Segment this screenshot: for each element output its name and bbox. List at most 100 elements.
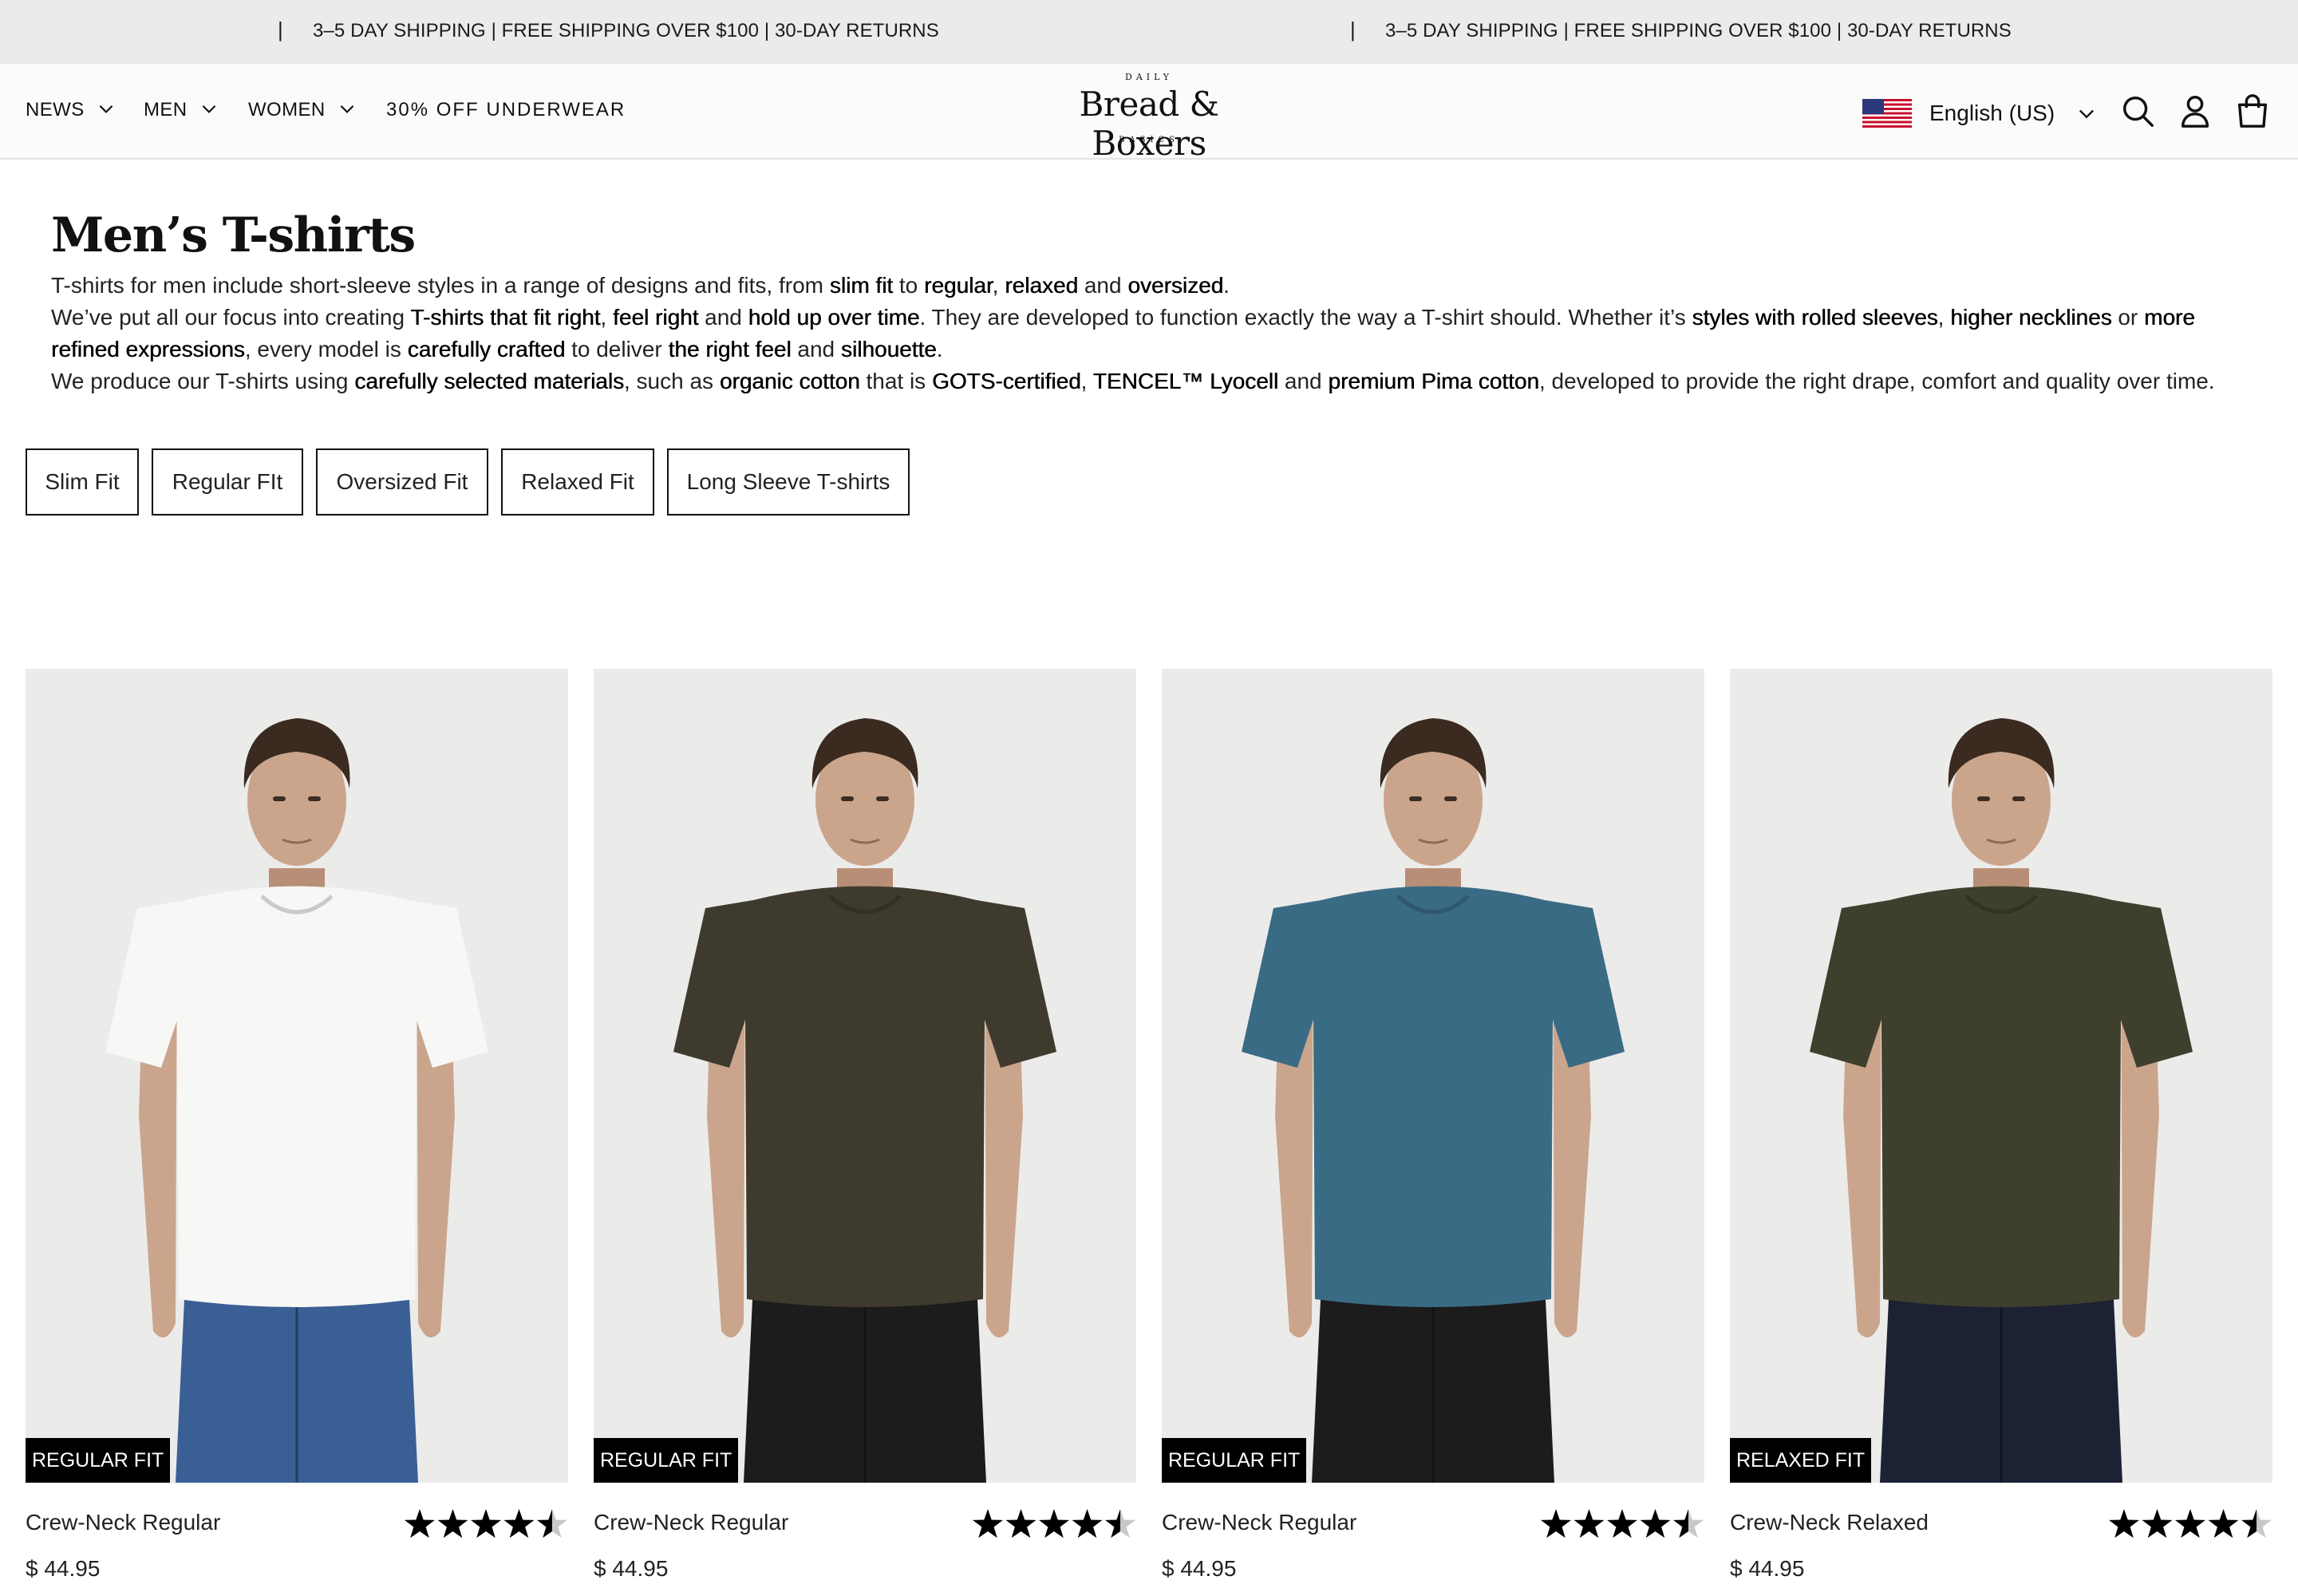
product-card[interactable]: REGULAR FIT Crew-Neck Regular $ 44.95 <box>594 669 1136 1581</box>
description-text: , <box>1080 369 1093 393</box>
product-image[interactable]: REGULAR FIT <box>1162 669 1704 1483</box>
description-text: to deliver <box>565 337 669 361</box>
star-icon <box>2208 1509 2239 1539</box>
product-card[interactable]: REGULAR FIT Crew-Neck Regular $ 44.95 <box>26 669 568 1581</box>
product-card[interactable]: REGULAR FIT Crew-Neck Regular $ 44.95 <box>1162 669 1704 1581</box>
search-icon[interactable] <box>2119 93 2156 129</box>
star-icon <box>1540 1509 1572 1539</box>
fit-badge: REGULAR FIT <box>1162 1438 1307 1483</box>
filter-relaxed-fit[interactable]: Relaxed Fit <box>501 448 654 516</box>
nav-item-women[interactable]: WOMEN <box>248 99 357 121</box>
description-text: that is <box>859 369 932 393</box>
chevron-down-icon <box>202 105 215 113</box>
fit-badge: REGULAR FIT <box>26 1438 171 1483</box>
description-line: We produce our T-shirts using carefully … <box>51 365 2253 397</box>
nav-item-men[interactable]: MEN <box>144 99 219 121</box>
model-white-tshirt <box>105 718 488 1483</box>
bag-icon[interactable] <box>2234 93 2271 129</box>
chevron-down-icon <box>340 105 354 113</box>
description-emphasis: organic cotton <box>719 369 860 393</box>
product-image[interactable]: REGULAR FIT <box>26 669 568 1483</box>
star-icon <box>404 1509 436 1539</box>
filter-long-sleeve[interactable]: Long Sleeve T-shirts <box>667 448 910 516</box>
nav-item-label: WOMEN <box>248 99 326 120</box>
product-name[interactable]: Crew-Neck Regular <box>26 1510 220 1535</box>
announcement-separator: | <box>1350 18 1356 41</box>
description-emphasis: TENCEL™ Lyocell <box>1092 369 1279 393</box>
description-text: We produce our T-shirts using <box>51 369 355 393</box>
nav-item-label: NEWS <box>26 99 85 120</box>
description-emphasis: T-shirts that fit right <box>410 305 601 330</box>
product-price: $ 44.95 <box>26 1556 101 1581</box>
star-icon <box>2241 1509 2272 1539</box>
product-card[interactable]: RELAXED FIT Crew-Neck Relaxed $ 44.95 <box>1730 669 2272 1581</box>
star-icon <box>1573 1509 1605 1539</box>
star-icon <box>2142 1509 2173 1539</box>
filter-regular-fit[interactable]: Regular FIt <box>152 448 303 516</box>
star-icon <box>972 1509 1004 1539</box>
description-text: . <box>936 337 943 361</box>
description-text: and <box>698 305 748 330</box>
product-name[interactable]: Crew-Neck Regular <box>1162 1510 1356 1535</box>
description-text: , <box>600 305 613 330</box>
description-emphasis: styles with rolled sleeves <box>1692 305 1938 330</box>
star-icon <box>536 1509 568 1539</box>
description-line: T-shirts for men include short-sleeve st… <box>51 270 2253 302</box>
star-icon <box>1104 1509 1136 1539</box>
logo-bottom-text: BASICS <box>1119 136 1179 144</box>
description-text: and <box>1078 273 1128 298</box>
product-image[interactable]: RELAXED FIT <box>1730 669 2272 1483</box>
description-emphasis: regular <box>924 273 993 298</box>
product-name[interactable]: Crew-Neck Relaxed <box>1730 1510 1929 1535</box>
star-icon <box>437 1509 468 1539</box>
language-selector[interactable]: English (US) <box>1862 99 2098 128</box>
description-text: or <box>2111 305 2145 330</box>
star-icon <box>1038 1509 1070 1539</box>
category-description: T-shirts for men include short-sleeve st… <box>51 270 2253 397</box>
star-icon <box>1672 1509 1704 1539</box>
product-name[interactable]: Crew-Neck Regular <box>594 1510 788 1535</box>
description-text: . <box>1223 273 1230 298</box>
description-emphasis: GOTS-certified <box>931 369 1081 393</box>
star-icon <box>1072 1509 1103 1539</box>
description-emphasis: feel right <box>612 305 699 330</box>
description-emphasis: premium Pima cotton <box>1328 369 1539 393</box>
nav-item-news[interactable]: NEWS <box>26 99 116 121</box>
filter-oversized-fit[interactable]: Oversized Fit <box>316 448 488 516</box>
description-emphasis: the right feel <box>668 337 792 361</box>
star-icon <box>1005 1509 1036 1539</box>
language-label: English (US) <box>1929 101 2055 125</box>
description-emphasis: carefully crafted <box>407 337 566 361</box>
description-emphasis: silhouette <box>840 337 937 361</box>
product-image[interactable]: REGULAR FIT <box>594 669 1136 1483</box>
fit-badge: REGULAR FIT <box>594 1438 739 1483</box>
us-flag-icon <box>1862 99 1912 128</box>
description-emphasis: higher necklines <box>1950 305 2112 330</box>
product-price: $ 44.95 <box>1162 1556 1237 1581</box>
description-text: , every model is <box>244 337 408 361</box>
model-blue-tshirt <box>1242 718 1625 1483</box>
chevron-down-icon <box>99 105 113 113</box>
description-text: , <box>992 273 1005 298</box>
star-icon <box>1606 1509 1638 1539</box>
description-emphasis: more <box>2144 305 2195 330</box>
star-icon <box>2174 1509 2206 1539</box>
description-line: We’ve put all our focus into creating T-… <box>51 302 2253 334</box>
announcement-message: 3–5 DAY SHIPPING | FREE SHIPPING OVER $1… <box>313 20 939 41</box>
brand-logo[interactable]: DAILY Bread & Boxers BASICS <box>1023 70 1275 163</box>
description-line: refined expressions, every model is care… <box>51 334 2253 365</box>
star-icon <box>2108 1509 2140 1539</box>
rating-stars <box>1540 1509 1704 1539</box>
logo-top-text: DAILY <box>1125 72 1173 82</box>
nav-item-underwear-promo[interactable]: 30% OFF UNDERWEAR <box>386 99 626 121</box>
description-emphasis: relaxed <box>1005 273 1079 298</box>
model-olive-tshirt <box>1810 718 2193 1483</box>
account-icon[interactable] <box>2177 93 2213 129</box>
description-text: , <box>1937 305 1951 330</box>
rating-stars <box>404 1509 568 1539</box>
logo-brand-text: Bread & Boxers <box>1079 85 1219 163</box>
description-text: , such as <box>623 369 720 393</box>
filter-slim-fit[interactable]: Slim Fit <box>26 448 139 516</box>
announcement-message: 3–5 DAY SHIPPING | FREE SHIPPING OVER $1… <box>1385 20 2012 41</box>
announcement-bar: | 3–5 DAY SHIPPING | FREE SHIPPING OVER … <box>0 0 2298 64</box>
